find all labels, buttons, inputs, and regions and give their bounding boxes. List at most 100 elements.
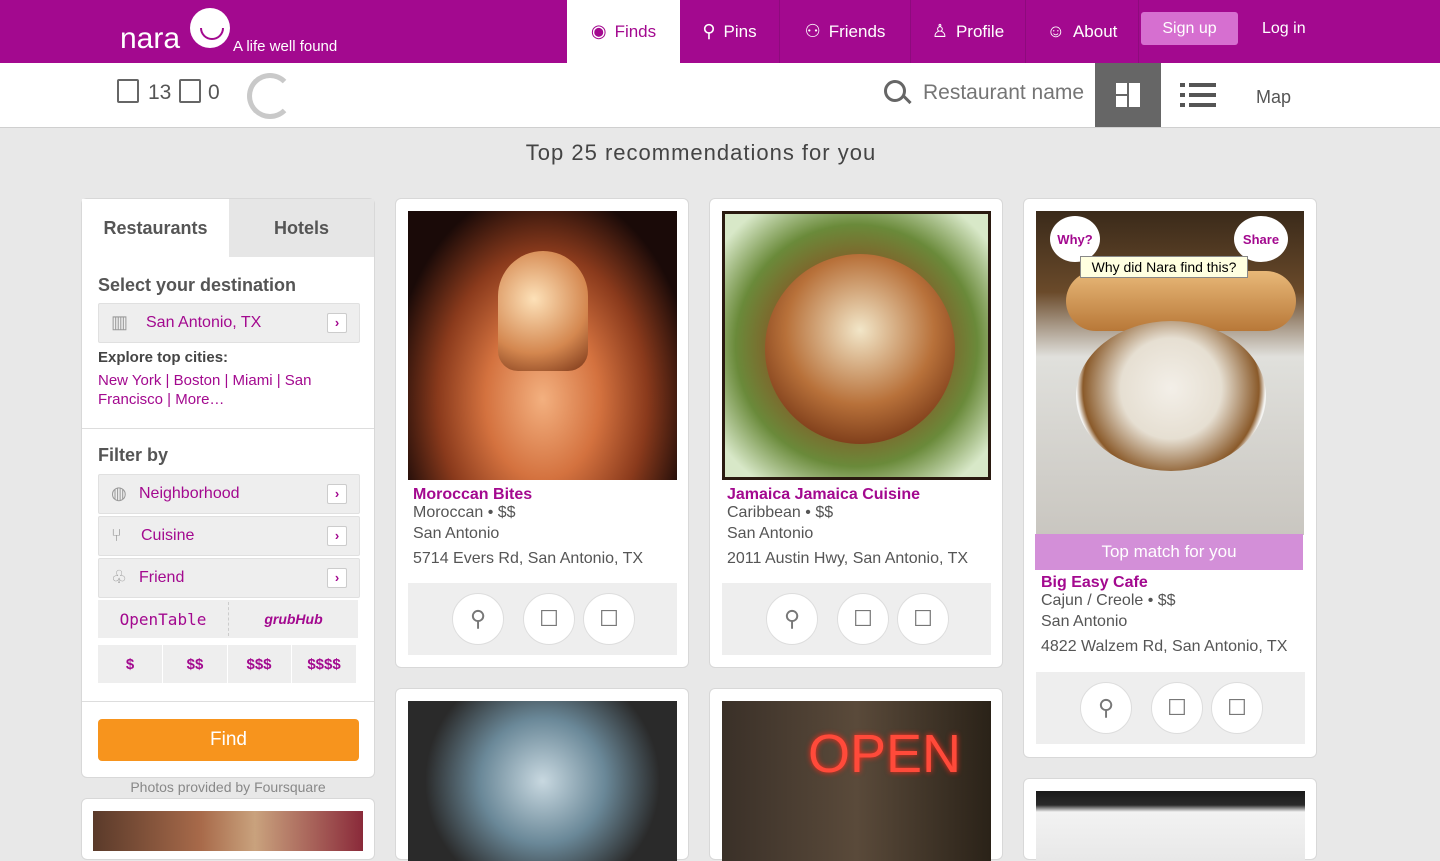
find-button[interactable]: Find <box>98 719 359 761</box>
food-photo <box>93 811 363 851</box>
thumbs-down-icon[interactable]: ☐ <box>837 593 889 645</box>
list-view-button[interactable] <box>1180 81 1216 109</box>
chevron-right-icon: › <box>327 484 347 504</box>
restaurant-city: San Antonio <box>727 525 814 542</box>
pin-icon: ⚲ <box>702 21 716 41</box>
friends-icon: ♧ <box>111 567 128 587</box>
tab-restaurants[interactable]: Restaurants <box>82 199 229 257</box>
chevron-right-icon: › <box>327 526 347 546</box>
nav-friends[interactable]: ⚇ Friends <box>780 0 910 63</box>
card-actions: ⚲ ☐ ☐ <box>408 583 677 655</box>
fork-knife-icon: ⑂ <box>111 525 122 545</box>
explore-title: Explore top cities: <box>98 349 229 366</box>
price-1[interactable]: $ <box>98 645 162 683</box>
signup-button[interactable]: Sign up <box>1141 12 1238 45</box>
restaurant-city: San Antonio <box>413 525 500 542</box>
restaurant-photo[interactable] <box>408 701 677 861</box>
toolbar: 13 0 Map <box>0 63 1440 128</box>
destination-value: San Antonio, TX <box>146 314 262 331</box>
restaurant-address: 5714 Evers Rd, San Antonio, TX <box>413 550 644 567</box>
top-navigation-bar: nara A life well found ◉ Finds ⚲ Pins ⚇ … <box>0 0 1440 63</box>
reservation-options: OpenTable grubHub <box>98 600 358 638</box>
destination-title: Select your destination <box>98 275 297 295</box>
like-count: 0 <box>208 81 220 104</box>
nara-logo[interactable]: nara <box>120 8 240 56</box>
thumbs-up-icon[interactable]: ☐ <box>1211 682 1263 734</box>
tagline: A life well found <box>233 38 338 55</box>
price-filter: $ $$ $$$ $$$$ <box>98 645 356 683</box>
filter-cuisine-label: Cuisine <box>141 527 195 544</box>
thumbs-up-icon[interactable]: ☐ <box>583 593 635 645</box>
map-view-button[interactable]: Map <box>1256 87 1291 108</box>
section-divider <box>82 428 374 429</box>
dislike-count: 13 <box>148 81 172 104</box>
restaurant-card[interactable]: OPEN <box>709 688 1003 861</box>
filter-sidebar: Restaurants Hotels Select your destinati… <box>81 198 375 778</box>
login-link[interactable]: Log in <box>1262 20 1306 38</box>
top-match-banner: Top match for you <box>1035 534 1303 570</box>
restaurant-name[interactable]: Moroccan Bites <box>413 486 677 504</box>
category-tabs: Restaurants Hotels <box>82 199 374 257</box>
restaurant-info: Big Easy Cafe Cajun / Creole • $$ San An… <box>1036 574 1305 656</box>
filter-friend[interactable]: ♧ Friend › <box>98 558 360 598</box>
restaurant-address: 2011 Austin Hwy, San Antonio, TX <box>727 550 969 567</box>
pin-icon[interactable]: ⚲ <box>766 593 818 645</box>
price-4[interactable]: $$$$ <box>292 645 356 683</box>
nav-profile-label: Profile <box>955 21 1005 41</box>
pin-icon[interactable]: ⚲ <box>1080 682 1132 734</box>
nav-friends-label: Friends <box>828 21 886 41</box>
nav-finds-label: Finds <box>614 21 657 41</box>
thumbs-up-icon[interactable] <box>179 79 201 103</box>
pin-icon[interactable]: ⚲ <box>452 593 504 645</box>
section-divider <box>82 701 374 702</box>
filter-cuisine[interactable]: ⑂ Cuisine › <box>98 516 360 556</box>
restaurant-photo[interactable] <box>408 211 677 480</box>
filter-title: Filter by <box>98 445 169 465</box>
restaurant-address: 4822 Walzem Rd, San Antonio, TX <box>1041 638 1288 655</box>
thumbs-up-icon[interactable]: ☐ <box>897 593 949 645</box>
price-3[interactable]: $$$ <box>227 645 291 683</box>
restaurant-photo[interactable] <box>722 211 991 480</box>
refresh-icon[interactable] <box>247 73 293 119</box>
open-sign: OPEN <box>808 724 962 784</box>
opentable-button[interactable]: OpenTable <box>98 600 228 638</box>
card-actions: ⚲ ☐ ☐ <box>722 583 991 655</box>
nav-finds[interactable]: ◉ Finds <box>567 0 680 63</box>
top-cities-links[interactable]: New York | Boston | Miami | San Francisc… <box>98 371 338 409</box>
restaurant-photo[interactable] <box>1036 791 1305 861</box>
restaurant-card[interactable]: Jamaica Jamaica Cuisine Caribbean • $$ S… <box>709 198 1003 668</box>
restaurant-city: San Antonio <box>1041 613 1128 630</box>
restaurant-card[interactable] <box>395 688 689 861</box>
thumbs-down-icon[interactable]: ☐ <box>523 593 575 645</box>
restaurant-card[interactable]: Moroccan Bites Moroccan • $$ San Antonio… <box>395 198 689 668</box>
price-2[interactable]: $$ <box>163 645 227 683</box>
chat-icon: ☺ <box>1046 21 1065 41</box>
profile-icon: ♙ <box>931 21 948 41</box>
nav-pins[interactable]: ⚲ Pins <box>681 0 778 63</box>
destination-select[interactable]: ▥ San Antonio, TX › <box>98 303 360 343</box>
logo-bubble-icon <box>190 8 230 48</box>
thumbs-down-icon[interactable] <box>117 79 139 103</box>
nav-profile[interactable]: ♙ Profile <box>911 0 1025 63</box>
tab-hotels[interactable]: Hotels <box>229 199 374 257</box>
restaurant-name[interactable]: Big Easy Cafe <box>1041 574 1305 592</box>
thumbs-down-icon[interactable]: ☐ <box>1151 682 1203 734</box>
restaurant-card[interactable] <box>1023 778 1317 861</box>
city-icon: ▥ <box>111 312 129 332</box>
restaurant-card[interactable]: Big Easy Cafe Cajun / Creole • $$ San An… <box>1023 198 1317 758</box>
restaurant-cuisine: Caribbean • $$ <box>727 504 834 521</box>
filter-neighborhood-label: Neighborhood <box>139 485 240 502</box>
sidebar-photo-card[interactable] <box>81 798 375 860</box>
filter-neighborhood[interactable]: ◍ Neighborhood › <box>98 474 360 514</box>
eye-icon: ◉ <box>590 21 607 41</box>
nav-about[interactable]: ☺ About <box>1026 0 1138 63</box>
restaurant-photo[interactable]: OPEN <box>722 701 991 861</box>
filter-friend-label: Friend <box>139 569 185 586</box>
restaurant-info: Jamaica Jamaica Cuisine Caribbean • $$ S… <box>722 486 991 568</box>
restaurant-name[interactable]: Jamaica Jamaica Cuisine <box>727 486 991 504</box>
restaurant-search-input[interactable] <box>921 78 1090 108</box>
grubhub-button[interactable]: grubHub <box>229 600 358 638</box>
restaurant-cuisine: Moroccan • $$ <box>413 504 516 521</box>
chevron-right-icon: › <box>327 313 347 333</box>
grid-view-button[interactable] <box>1095 63 1161 127</box>
